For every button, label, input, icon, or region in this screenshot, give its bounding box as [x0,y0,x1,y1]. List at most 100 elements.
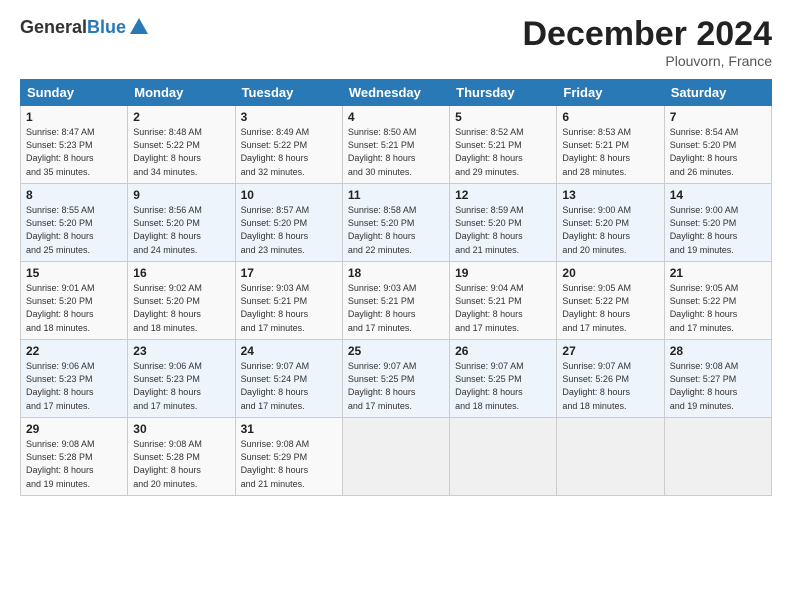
day-info: Sunrise: 9:06 AM Sunset: 5:23 PM Dayligh… [26,360,122,412]
weekday-header-tuesday: Tuesday [235,80,342,106]
logo-icon [128,16,150,38]
calendar-cell: 26Sunrise: 9:07 AM Sunset: 5:25 PM Dayli… [450,340,557,418]
logo-general: General [20,17,87,38]
weekday-header-friday: Friday [557,80,664,106]
calendar-cell: 15Sunrise: 9:01 AM Sunset: 5:20 PM Dayli… [21,262,128,340]
calendar-week-row: 1 Sunrise: 8:47 AM Sunset: 5:23 PM Daylig… [21,106,772,184]
day-info: Sunrise: 8:52 AM Sunset: 5:21 PM Dayligh… [455,126,551,178]
day-info: Sunrise: 8:57 AM Sunset: 5:20 PM Dayligh… [241,204,337,256]
month-title: December 2024 [522,16,772,53]
day-info: Sunrise: 8:47 AM Sunset: 5:23 PM Dayligh… [26,126,122,178]
day-number: 15 [26,266,122,280]
calendar-cell: 21 Sunrise: 9:05 AM Sunset: 5:22 PM Dayli… [664,262,771,340]
day-number: 21 [670,266,766,280]
day-number: 20 [562,266,658,280]
day-number: 9 [133,188,229,202]
calendar-cell: 7 Sunrise: 8:54 AM Sunset: 5:20 PM Daylig… [664,106,771,184]
day-number: 31 [241,422,337,436]
day-number: 29 [26,422,122,436]
logo: GeneralBlue [20,16,150,38]
calendar-cell: 2 Sunrise: 8:48 AM Sunset: 5:22 PM Daylig… [128,106,235,184]
calendar-cell: 4Sunrise: 8:50 AM Sunset: 5:21 PM Daylig… [342,106,449,184]
day-info: Sunrise: 8:55 AM Sunset: 5:20 PM Dayligh… [26,204,122,256]
day-info: Sunrise: 8:49 AM Sunset: 5:22 PM Dayligh… [241,126,337,178]
day-number: 16 [133,266,229,280]
calendar-table: SundayMondayTuesdayWednesdayThursdayFrid… [20,79,772,496]
day-info: Sunrise: 8:48 AM Sunset: 5:22 PM Dayligh… [133,126,229,178]
weekday-header-row: SundayMondayTuesdayWednesdayThursdayFrid… [21,80,772,106]
weekday-header-monday: Monday [128,80,235,106]
day-info: Sunrise: 9:07 AM Sunset: 5:24 PM Dayligh… [241,360,337,412]
day-number: 3 [241,110,337,124]
day-info: Sunrise: 9:03 AM Sunset: 5:21 PM Dayligh… [241,282,337,334]
day-info: Sunrise: 9:04 AM Sunset: 5:21 PM Dayligh… [455,282,551,334]
header: GeneralBlue December 2024 Plouvorn, Fran… [20,16,772,69]
day-info: Sunrise: 9:03 AM Sunset: 5:21 PM Dayligh… [348,282,444,334]
calendar-cell: 12Sunrise: 8:59 AM Sunset: 5:20 PM Dayli… [450,184,557,262]
calendar-cell: 30 Sunrise: 9:08 AM Sunset: 5:28 PM Dayli… [128,418,235,496]
calendar-cell: 27Sunrise: 9:07 AM Sunset: 5:26 PM Dayli… [557,340,664,418]
location: Plouvorn, France [522,53,772,69]
calendar-cell: 6 Sunrise: 8:53 AM Sunset: 5:21 PM Daylig… [557,106,664,184]
day-number: 11 [348,188,444,202]
calendar-cell: 3 Sunrise: 8:49 AM Sunset: 5:22 PM Daylig… [235,106,342,184]
title-area: December 2024 Plouvorn, France [522,16,772,69]
calendar-cell: 22 Sunrise: 9:06 AM Sunset: 5:23 PM Dayli… [21,340,128,418]
day-number: 26 [455,344,551,358]
day-number: 7 [670,110,766,124]
day-info: Sunrise: 8:54 AM Sunset: 5:20 PM Dayligh… [670,126,766,178]
day-info: Sunrise: 9:05 AM Sunset: 5:22 PM Dayligh… [670,282,766,334]
calendar-cell: 1 Sunrise: 8:47 AM Sunset: 5:23 PM Daylig… [21,106,128,184]
day-number: 8 [26,188,122,202]
day-info: Sunrise: 9:08 AM Sunset: 5:27 PM Dayligh… [670,360,766,412]
calendar-cell [664,418,771,496]
day-number: 1 [26,110,122,124]
day-number: 22 [26,344,122,358]
day-number: 27 [562,344,658,358]
day-number: 13 [562,188,658,202]
calendar-cell: 5 Sunrise: 8:52 AM Sunset: 5:21 PM Daylig… [450,106,557,184]
calendar-cell [342,418,449,496]
calendar-cell: 13 Sunrise: 9:00 AM Sunset: 5:20 PM Dayli… [557,184,664,262]
day-number: 30 [133,422,229,436]
calendar-cell: 20 Sunrise: 9:05 AM Sunset: 5:22 PM Dayli… [557,262,664,340]
weekday-header-thursday: Thursday [450,80,557,106]
day-info: Sunrise: 8:58 AM Sunset: 5:20 PM Dayligh… [348,204,444,256]
weekday-header-wednesday: Wednesday [342,80,449,106]
calendar-cell: 18 Sunrise: 9:03 AM Sunset: 5:21 PM Dayli… [342,262,449,340]
day-number: 5 [455,110,551,124]
weekday-header-saturday: Saturday [664,80,771,106]
calendar-cell: 9 Sunrise: 8:56 AM Sunset: 5:20 PM Daylig… [128,184,235,262]
day-number: 24 [241,344,337,358]
day-number: 19 [455,266,551,280]
calendar-page: GeneralBlue December 2024 Plouvorn, Fran… [0,0,792,506]
calendar-week-row: 15Sunrise: 9:01 AM Sunset: 5:20 PM Dayli… [21,262,772,340]
day-info: Sunrise: 9:00 AM Sunset: 5:20 PM Dayligh… [562,204,658,256]
calendar-week-row: 29 Sunrise: 9:08 AM Sunset: 5:28 PM Dayli… [21,418,772,496]
calendar-cell: 10Sunrise: 8:57 AM Sunset: 5:20 PM Dayli… [235,184,342,262]
day-number: 28 [670,344,766,358]
logo-blue: Blue [87,17,126,38]
day-info: Sunrise: 8:56 AM Sunset: 5:20 PM Dayligh… [133,204,229,256]
day-number: 6 [562,110,658,124]
day-info: Sunrise: 9:08 AM Sunset: 5:28 PM Dayligh… [133,438,229,490]
day-number: 18 [348,266,444,280]
calendar-cell: 14 Sunrise: 9:00 AM Sunset: 5:20 PM Dayli… [664,184,771,262]
calendar-cell: 19 Sunrise: 9:04 AM Sunset: 5:21 PM Dayli… [450,262,557,340]
calendar-cell: 28 Sunrise: 9:08 AM Sunset: 5:27 PM Dayli… [664,340,771,418]
logo-text: GeneralBlue [20,16,150,38]
day-info: Sunrise: 9:06 AM Sunset: 5:23 PM Dayligh… [133,360,229,412]
weekday-header-sunday: Sunday [21,80,128,106]
day-number: 2 [133,110,229,124]
day-info: Sunrise: 9:08 AM Sunset: 5:28 PM Dayligh… [26,438,122,490]
day-info: Sunrise: 9:05 AM Sunset: 5:22 PM Dayligh… [562,282,658,334]
day-info: Sunrise: 8:53 AM Sunset: 5:21 PM Dayligh… [562,126,658,178]
day-number: 14 [670,188,766,202]
calendar-cell: 16Sunrise: 9:02 AM Sunset: 5:20 PM Dayli… [128,262,235,340]
day-number: 4 [348,110,444,124]
calendar-cell [450,418,557,496]
day-info: Sunrise: 9:00 AM Sunset: 5:20 PM Dayligh… [670,204,766,256]
day-number: 17 [241,266,337,280]
calendar-week-row: 22 Sunrise: 9:06 AM Sunset: 5:23 PM Dayli… [21,340,772,418]
day-number: 25 [348,344,444,358]
